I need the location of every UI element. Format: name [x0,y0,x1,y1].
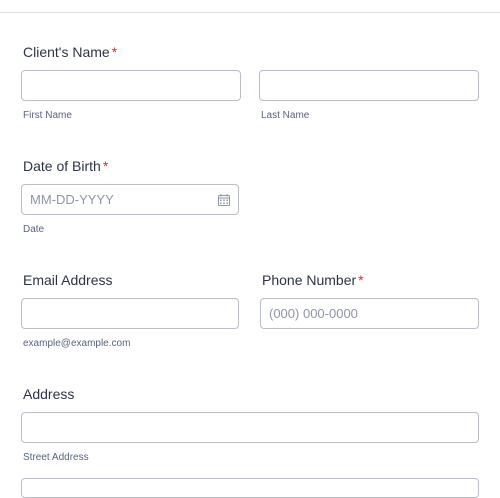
date-of-birth-input[interactable] [21,184,239,215]
required-marker: * [102,158,109,174]
calendar-icon[interactable] [218,194,230,206]
date-sublabel: Date [23,224,45,235]
required-marker: * [111,44,118,60]
date-of-birth-label-text: Date of Birth [23,158,101,174]
phone-number-label: Phone Number * [262,272,364,288]
last-name-input[interactable] [259,70,479,101]
clients-name-label-text: Client's Name [23,44,110,60]
email-sublabel: example@example.com [23,338,131,349]
address-label: Address [23,386,75,402]
email-input[interactable] [21,298,239,329]
phone-number-label-text: Phone Number [262,272,357,288]
phone-number-input[interactable] [260,298,479,329]
street-address-line-2-input[interactable] [21,478,479,498]
email-address-label: Email Address [23,272,113,288]
first-name-input[interactable] [21,70,241,101]
required-marker: * [358,272,364,288]
street-address-input[interactable] [21,412,479,443]
last-name-sublabel: Last Name [261,110,310,121]
top-divider [0,12,500,13]
clients-name-label: Client's Name * [23,44,117,60]
date-of-birth-label: Date of Birth * [23,158,108,174]
first-name-sublabel: First Name [23,110,72,121]
street-address-sublabel: Street Address [23,452,89,463]
